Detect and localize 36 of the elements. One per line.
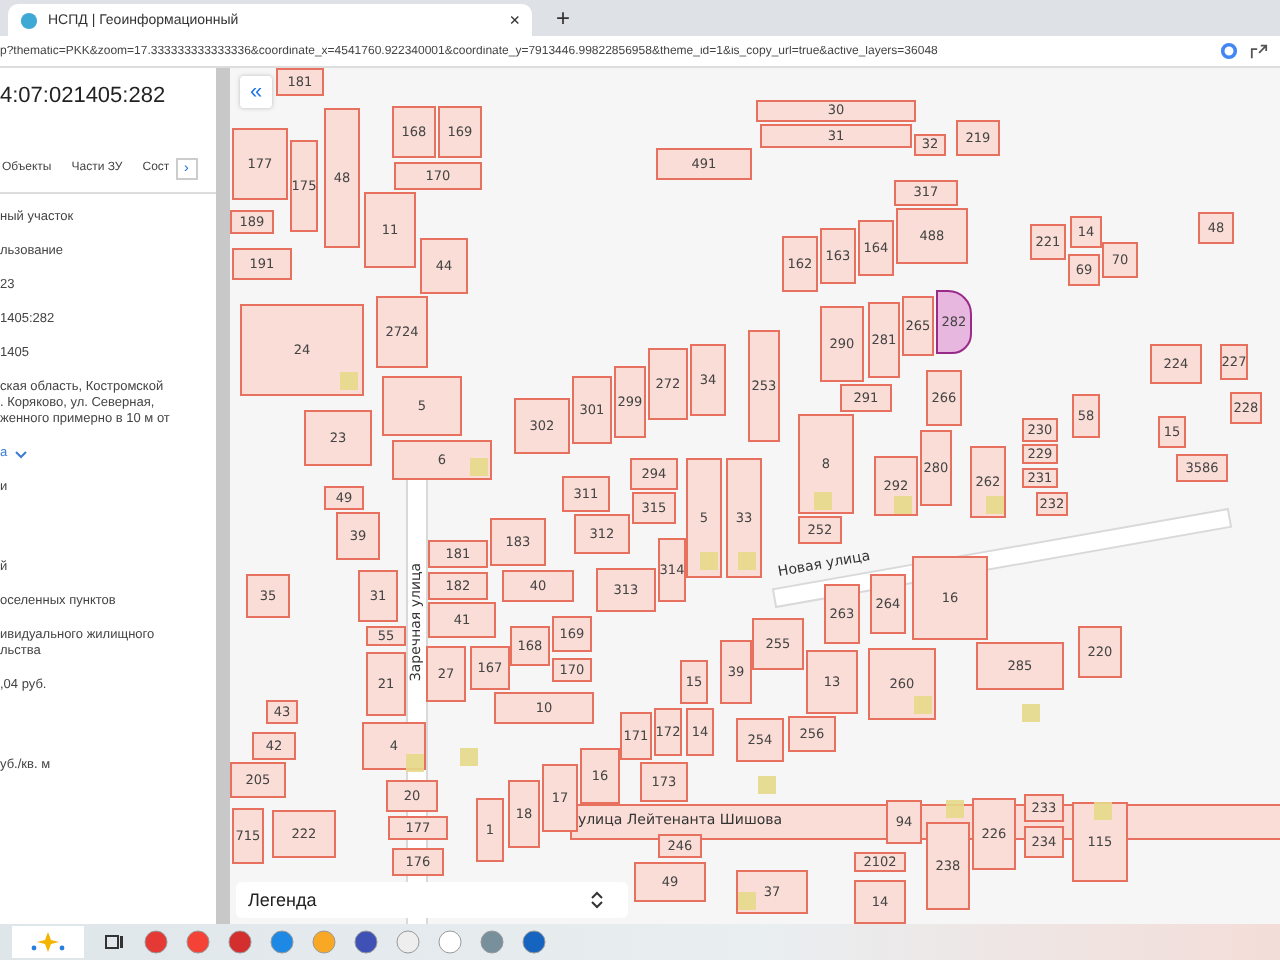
building-marker-icon: [814, 492, 832, 510]
app-icon[interactable]: [228, 930, 252, 954]
building-marker-icon: [1094, 802, 1112, 820]
building-marker-icon: [406, 754, 424, 772]
building-marker-icon: [758, 776, 776, 794]
app-icon[interactable]: [522, 930, 546, 954]
building-marker-icon: [946, 800, 964, 818]
cadastral-map[interactable]: [230, 68, 1280, 924]
building-marker-icon: [470, 458, 488, 476]
building-marker-icon: [1022, 704, 1040, 722]
legend-dropdown[interactable]: Легенда: [236, 882, 628, 918]
sparkle-icon[interactable]: [12, 926, 84, 958]
building-marker-icon: [894, 496, 912, 514]
app-icon[interactable]: [186, 930, 210, 954]
building-marker-icon: [986, 496, 1004, 514]
building-marker-icon: [460, 748, 478, 766]
chevron-down-icon: [13, 449, 28, 459]
close-tab-button[interactable]: ×: [509, 10, 520, 30]
app-icon[interactable]: [354, 930, 378, 954]
building-marker-icon: [700, 552, 718, 570]
app-icon[interactable]: [480, 930, 504, 954]
globe-icon: [20, 11, 38, 29]
task-view-icon[interactable]: [102, 930, 126, 954]
up-down-chevron-icon: [590, 890, 604, 910]
cadastral-number-title: 4:07:021405:282: [0, 84, 168, 108]
app-icon[interactable]: [438, 930, 462, 954]
building-marker-icon: [914, 696, 932, 714]
building-marker-icon: [738, 892, 756, 910]
collapse-panel-button[interactable]: «: [240, 76, 272, 108]
scrollbar[interactable]: [216, 68, 230, 924]
building-marker-icon: [340, 372, 358, 390]
building-marker-icon: [738, 552, 756, 570]
share-icon[interactable]: [1250, 42, 1268, 60]
app-icon[interactable]: [144, 930, 168, 954]
app-icon[interactable]: [270, 930, 294, 954]
new-tab-button[interactable]: +: [556, 4, 571, 32]
